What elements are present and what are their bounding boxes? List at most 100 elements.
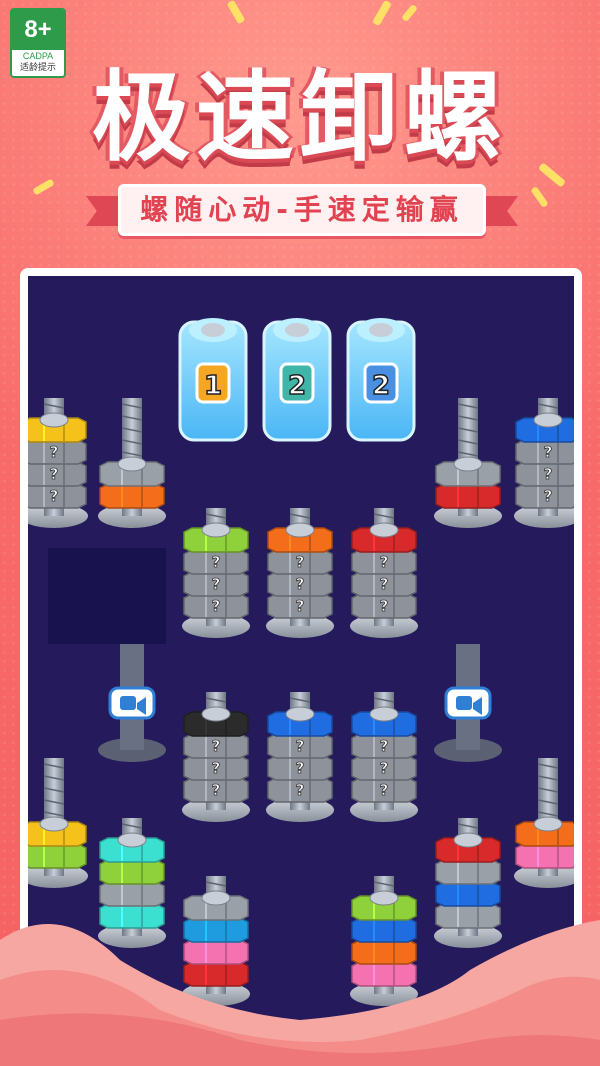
unknown-mark: ?: [544, 443, 553, 461]
bolt-head: [533, 816, 563, 832]
bolt-stack[interactable]: ???: [350, 508, 418, 638]
counter-cup: 1: [178, 318, 248, 442]
bolt-stack[interactable]: ???: [266, 692, 334, 822]
nut-body: [99, 483, 165, 509]
bolt-head: [369, 706, 399, 722]
hidden-nut: ?: [183, 571, 249, 597]
nut: [351, 706, 417, 737]
bolt-stack[interactable]: ???: [182, 692, 250, 822]
unknown-mark: ?: [212, 575, 221, 593]
nut: [183, 522, 249, 553]
unknown-mark: ?: [50, 487, 59, 505]
hidden-nut: ?: [515, 439, 574, 465]
video-ad-bolt[interactable]: [98, 644, 166, 762]
hidden-nut: ?: [267, 755, 333, 781]
bolt-stack[interactable]: ???: [350, 692, 418, 822]
hidden-nut: ?: [351, 755, 417, 781]
nut: [99, 859, 165, 885]
nut: [99, 483, 165, 509]
bolt-head: [285, 522, 315, 538]
bolt-head: [117, 456, 147, 472]
unknown-mark: ?: [296, 597, 305, 615]
nut-body: [435, 483, 501, 509]
hidden-nut: ?: [183, 755, 249, 781]
unknown-mark: ?: [50, 443, 59, 461]
unknown-mark: ?: [544, 465, 553, 483]
nut: [28, 843, 87, 869]
bolt-stack[interactable]: [98, 398, 166, 528]
hidden-nut: ?: [28, 483, 87, 509]
unknown-mark: ?: [212, 553, 221, 571]
bolt-stack[interactable]: ???: [28, 398, 88, 528]
nut-body: [435, 859, 501, 885]
bolt-head: [453, 832, 483, 848]
hidden-nut: ?: [183, 733, 249, 759]
video-ad-bolt[interactable]: [434, 644, 502, 762]
bolt-head: [39, 412, 69, 428]
unknown-mark: ?: [212, 759, 221, 777]
hidden-nut: ?: [267, 593, 333, 619]
bolt-head: [201, 706, 231, 722]
bolt-head: [533, 412, 563, 428]
hidden-nut: ?: [183, 549, 249, 575]
unknown-mark: ?: [380, 597, 389, 615]
bolt-stack[interactable]: ???: [514, 398, 574, 528]
hidden-nut: ?: [351, 733, 417, 759]
shadow-panel: [48, 548, 166, 644]
game-title: 极速卸螺: [91, 61, 508, 175]
bolt-stack[interactable]: [514, 758, 574, 888]
nut-body: [99, 859, 165, 885]
unknown-mark: ?: [380, 575, 389, 593]
hidden-nut: ?: [28, 439, 87, 465]
nut: [515, 412, 574, 443]
unknown-mark: ?: [296, 737, 305, 755]
hidden-nut: ?: [183, 777, 249, 803]
unknown-mark: ?: [296, 575, 305, 593]
bolt-head: [201, 522, 231, 538]
unknown-mark: ?: [212, 781, 221, 799]
nut: [28, 816, 87, 847]
nut: [28, 412, 87, 443]
unknown-mark: ?: [380, 737, 389, 755]
nut: [99, 832, 165, 863]
unknown-mark: ?: [380, 759, 389, 777]
counter-cup: 2: [262, 318, 332, 442]
nut: [99, 456, 165, 487]
bottom-cloud-decoration: [0, 920, 600, 1066]
nut: [435, 859, 501, 885]
hidden-nut: ?: [351, 593, 417, 619]
nut-body: [28, 843, 87, 869]
cup-bolt-head: [201, 323, 225, 337]
hidden-nut: ?: [183, 593, 249, 619]
hidden-nut: ?: [351, 571, 417, 597]
nut-body: [515, 843, 574, 869]
unknown-mark: ?: [212, 737, 221, 755]
bolt-head: [285, 706, 315, 722]
bolt-stack[interactable]: ???: [182, 508, 250, 638]
nut: [435, 832, 501, 863]
hidden-nut: ?: [515, 483, 574, 509]
unknown-mark: ?: [380, 553, 389, 571]
cup-bolt-head: [369, 323, 393, 337]
unknown-mark: ?: [380, 781, 389, 799]
hidden-nut: ?: [515, 461, 574, 487]
hidden-nut: ?: [267, 571, 333, 597]
cup-bolt-head: [285, 323, 309, 337]
nut: [183, 706, 249, 737]
hidden-nut: ?: [267, 777, 333, 803]
bolt-stack[interactable]: ???: [266, 508, 334, 638]
unknown-mark: ?: [296, 781, 305, 799]
unknown-mark: ?: [296, 759, 305, 777]
counter-value: 2: [288, 371, 306, 401]
counter-value: 2: [372, 371, 390, 401]
unknown-mark: ?: [50, 465, 59, 483]
nut: [435, 483, 501, 509]
counter-value: 1: [204, 371, 222, 401]
bolt-head: [39, 816, 69, 832]
hidden-nut: ?: [351, 549, 417, 575]
hidden-nut: ?: [267, 733, 333, 759]
unknown-mark: ?: [544, 487, 553, 505]
bolt-stack[interactable]: [434, 398, 502, 528]
bolt-stack[interactable]: [28, 758, 88, 888]
unknown-mark: ?: [296, 553, 305, 571]
